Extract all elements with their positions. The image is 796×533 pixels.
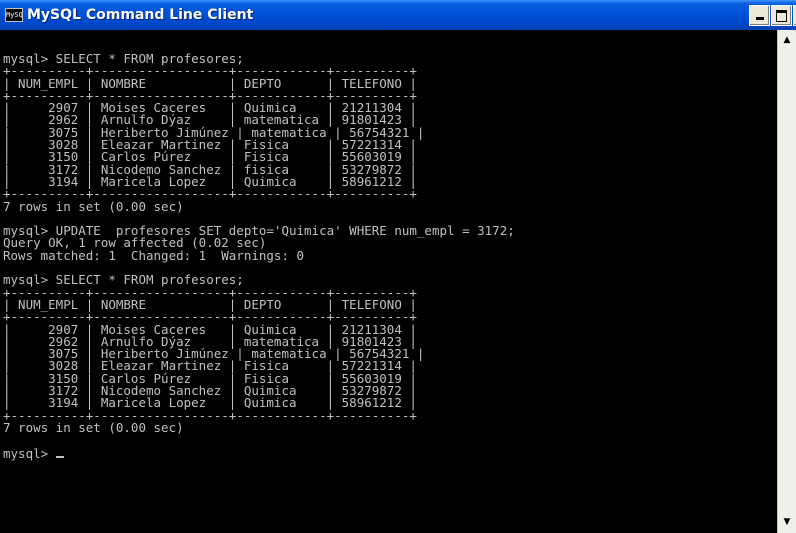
console-line: 7 rows in set (0.00 sec) bbox=[3, 419, 184, 435]
cursor bbox=[55, 447, 64, 458]
window-title: MySQL Command Line Client bbox=[27, 7, 254, 23]
minimize-button[interactable] bbox=[749, 5, 770, 26]
minimize-icon bbox=[755, 17, 764, 20]
maximize-button[interactable] bbox=[771, 5, 792, 26]
console-window: MySQL MySQL Command Line Client × mysql>… bbox=[0, 0, 796, 533]
vertical-scrollbar[interactable]: ▲ ▼ bbox=[777, 30, 796, 533]
maximize-icon bbox=[776, 10, 787, 22]
prompt: mysql> bbox=[3, 445, 56, 461]
console-line: Rows matched: 1 Changed: 1 Warnings: 0 bbox=[3, 247, 305, 263]
prompt-line[interactable]: mysql> bbox=[3, 447, 777, 460]
console-output[interactable]: mysql> SELECT * FROM profesores; +-------… bbox=[0, 30, 777, 533]
up-arrow-icon[interactable]: ▲ bbox=[778, 32, 796, 49]
console-icon[interactable]: MySQL bbox=[5, 8, 23, 22]
console-text: mysql> SELECT * FROM profesores; +-------… bbox=[3, 52, 777, 447]
console-line: 7 rows in set (0.00 sec) bbox=[3, 198, 184, 214]
down-arrow-icon[interactable]: ▼ bbox=[778, 514, 796, 531]
title-bar[interactable]: MySQL MySQL Command Line Client × bbox=[0, 0, 796, 30]
